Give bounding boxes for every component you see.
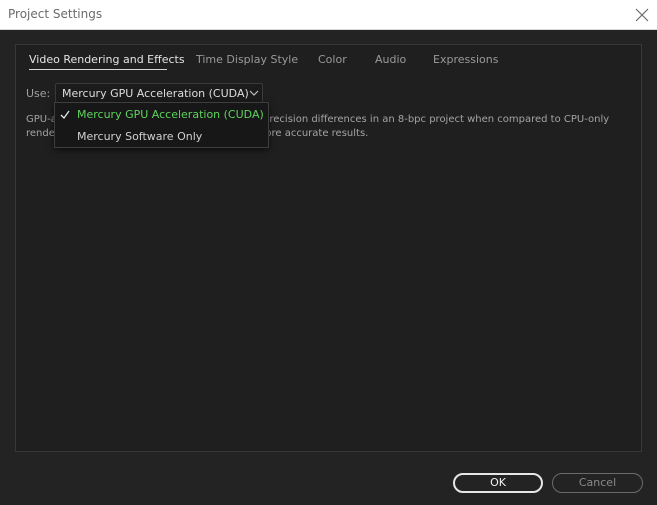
renderer-dropdown-menu: Mercury GPU Acceleration (CUDA) Mercury … — [54, 102, 269, 148]
window-title: Project Settings — [8, 7, 103, 21]
ok-button[interactable]: OK — [453, 473, 543, 493]
tab-color[interactable]: Color — [318, 53, 347, 66]
chevron-down-icon — [249, 90, 259, 96]
tab-audio[interactable]: Audio — [375, 53, 406, 66]
close-icon[interactable] — [633, 6, 651, 24]
tab-expressions[interactable]: Expressions — [433, 53, 498, 66]
cancel-button[interactable]: Cancel — [552, 473, 643, 493]
tab-video-rendering-and-effects[interactable]: Video Rendering and Effects — [29, 53, 185, 66]
checkmark-icon — [60, 110, 70, 119]
dropdown-option-software-only[interactable]: Mercury Software Only — [55, 126, 268, 147]
title-bar: Project Settings — [0, 0, 657, 30]
renderer-label: Use: — [26, 87, 51, 100]
dropdown-option-gpu-cuda[interactable]: Mercury GPU Acceleration (CUDA) — [55, 104, 268, 125]
dropdown-option-label: Mercury Software Only — [77, 130, 203, 143]
renderer-select[interactable]: Mercury GPU Acceleration (CUDA) — [55, 83, 263, 103]
active-tab-indicator — [29, 69, 167, 70]
renderer-select-value: Mercury GPU Acceleration (CUDA) — [62, 87, 249, 100]
tab-time-display-style[interactable]: Time Display Style — [196, 53, 298, 66]
dropdown-option-label: Mercury GPU Acceleration (CUDA) — [77, 108, 264, 121]
